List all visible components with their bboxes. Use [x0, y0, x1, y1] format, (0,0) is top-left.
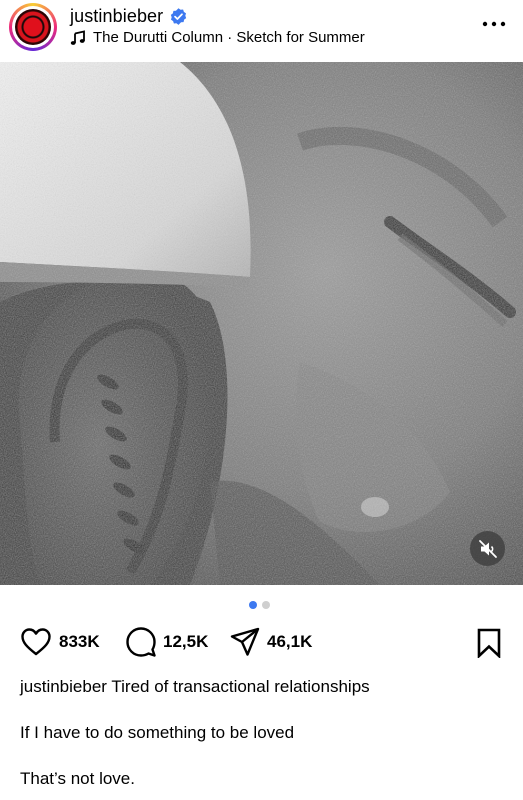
share-button[interactable]: 46,1K	[230, 622, 312, 662]
speaker-muted-icon	[478, 539, 497, 558]
mute-button[interactable]	[470, 531, 505, 566]
carousel-dot	[262, 601, 270, 609]
like-count: 833K	[59, 632, 100, 651]
heart-icon	[21, 628, 51, 656]
share-count: 46,1K	[267, 632, 313, 651]
song-title: The Durutti Column · Sketch for Summer	[93, 29, 365, 46]
caption-username[interactable]: justinbieber	[20, 677, 107, 696]
comment-button[interactable]: 12,5K	[126, 622, 208, 662]
caption-line-3: That’s not love.	[20, 769, 135, 788]
post-photo	[0, 62, 523, 585]
post-image[interactable]	[0, 62, 523, 585]
action-bar: 833K 12,5K 46,1K	[0, 622, 523, 662]
story-ring[interactable]	[9, 3, 57, 51]
carousel-indicator	[249, 601, 270, 609]
verified-badge-icon	[171, 8, 187, 25]
bookmark-icon[interactable]	[477, 628, 501, 658]
caption-line-2: If I have to do something to be loved	[20, 723, 295, 742]
caption-text: Tired of transactional relationships	[111, 677, 370, 696]
music-note-icon	[70, 29, 85, 45]
like-button[interactable]: 833K	[20, 622, 100, 662]
comment-count: 12,5K	[163, 632, 209, 651]
comment-icon	[126, 627, 156, 657]
post-header: justinbieber The Durutti Column · Sketch…	[0, 0, 523, 62]
caption: justinbieber Tired of transactional rela…	[20, 676, 510, 698]
username[interactable]: justinbieber	[70, 6, 163, 27]
more-dots-icon[interactable]	[481, 20, 507, 28]
avatar-frame	[12, 6, 54, 48]
paper-plane-icon	[230, 627, 260, 656]
carousel-dot-active	[249, 601, 257, 609]
avatar[interactable]	[15, 9, 51, 45]
username-row: justinbieber	[70, 6, 188, 27]
song-row[interactable]: The Durutti Column · Sketch for Summer	[70, 29, 365, 46]
